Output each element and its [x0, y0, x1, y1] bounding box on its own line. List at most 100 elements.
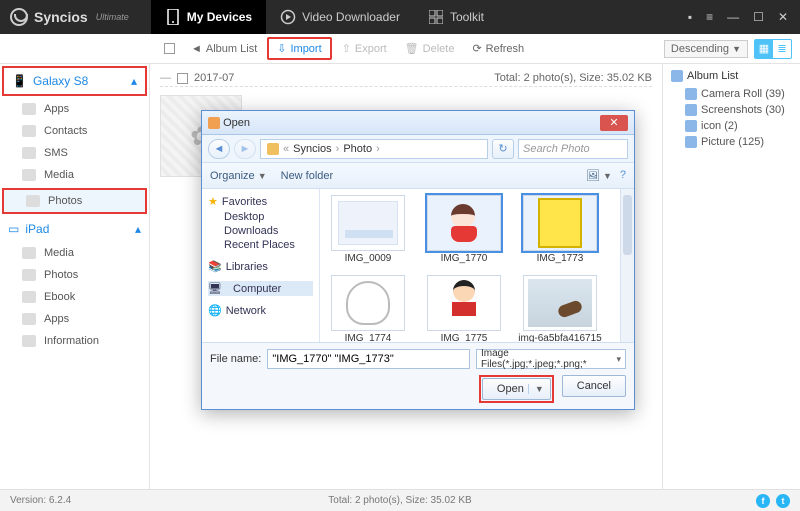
tab-my-devices[interactable]: My Devices: [151, 0, 266, 34]
facebook-icon[interactable]: f: [756, 494, 770, 508]
device-galaxy-s8[interactable]: 📱 Galaxy S8 ▴: [2, 66, 147, 96]
open-label: Open: [497, 383, 524, 395]
file-item[interactable]: IMG_0009: [326, 195, 410, 265]
nav-back-button[interactable]: ◄: [208, 139, 230, 159]
file-thumbnail: [331, 275, 405, 331]
crumb-1[interactable]: Syncios: [293, 143, 332, 155]
sidebar-item-ebook[interactable]: Ebook: [0, 286, 149, 308]
album-picture[interactable]: Picture (125): [671, 134, 792, 150]
sidebar-item-apps-2[interactable]: Apps: [0, 308, 149, 330]
sidebar-item-sms[interactable]: SMS: [0, 142, 149, 164]
sidebar-item-apps[interactable]: Apps: [0, 98, 149, 120]
close-icon[interactable]: ✕: [778, 10, 788, 24]
file-item[interactable]: IMG_1775: [422, 275, 506, 343]
file-item[interactable]: IMG_1774: [326, 275, 410, 343]
computer-icon: 🖥: [208, 282, 222, 295]
export-label: Export: [355, 43, 387, 55]
vertical-scrollbar[interactable]: [620, 189, 634, 342]
split-chevron-icon[interactable]: ▼: [528, 384, 544, 394]
sidebar-item-photos[interactable]: Photos: [2, 188, 147, 214]
tablet-icon: ▭: [8, 222, 19, 236]
group-summary: Total: 2 photo(s), Size: 35.02 KB: [494, 72, 652, 84]
dialog-close-button[interactable]: ✕: [600, 115, 628, 131]
delete-button[interactable]: 🗑Delete: [397, 39, 463, 58]
file-filter-dropdown[interactable]: Image Files(*.jpg;*.jpeg;*.png;*▾: [476, 349, 626, 369]
group-checkbox[interactable]: [177, 73, 188, 84]
filename-input[interactable]: [267, 349, 470, 369]
album-list-button[interactable]: ◄Album List: [183, 40, 265, 58]
nav-desktop[interactable]: Desktop: [208, 210, 313, 224]
file-item[interactable]: IMG_1773: [518, 195, 602, 265]
view-grid-button[interactable]: ▦: [755, 40, 773, 58]
sms-icon: [22, 147, 36, 159]
organize-menu[interactable]: Organize ▼: [210, 170, 267, 182]
sidebar-item-contacts[interactable]: Contacts: [0, 120, 149, 142]
title-bar: Syncios Ultimate My Devices Video Downlo…: [0, 0, 800, 34]
play-circle-icon: [280, 9, 296, 25]
export-button[interactable]: ⇧Export: [334, 39, 395, 58]
maximize-icon[interactable]: ☐: [753, 10, 764, 24]
import-button[interactable]: ⇩Import: [267, 37, 331, 60]
version-label: Version: 6.2.4: [10, 495, 71, 506]
file-name: IMG_1770: [441, 253, 488, 265]
favorites-group[interactable]: ★Favorites: [208, 195, 313, 208]
album-icon[interactable]: icon (2): [671, 118, 792, 134]
app-edition: Ultimate: [96, 12, 129, 22]
import-label: Import: [290, 43, 321, 55]
album-panel: Album List Camera Roll (39) Screenshots …: [662, 64, 800, 489]
chevron-down-icon: ▼: [258, 171, 267, 181]
nav-recent-places[interactable]: Recent Places: [208, 238, 313, 252]
device-ipad[interactable]: ▭ iPad ▴: [0, 216, 149, 242]
network-group[interactable]: 🌐Network: [208, 304, 313, 317]
album-screenshots[interactable]: Screenshots (30): [671, 102, 792, 118]
list-view-icon: ≣: [777, 42, 786, 55]
nav-downloads[interactable]: Downloads: [208, 224, 313, 238]
twitter-icon[interactable]: t: [776, 494, 790, 508]
collapse-arrow-icon[interactable]: —: [160, 72, 171, 84]
libraries-group[interactable]: 📚Libraries: [208, 260, 313, 273]
dialog-titlebar[interactable]: Open ✕: [202, 111, 634, 135]
chevron-down-icon: ▾: [616, 354, 621, 365]
file-grid: IMG_0009 IMG_1770 IMG_1773 IMG_1774IMG_1775…: [320, 189, 620, 342]
help-button[interactable]: ?: [620, 169, 626, 182]
sort-dropdown[interactable]: Descending ▼: [664, 40, 748, 58]
apps-icon: [22, 313, 36, 325]
computer-group[interactable]: 🖥 Computer: [208, 281, 313, 296]
cancel-button[interactable]: Cancel: [562, 375, 626, 397]
menu-icon[interactable]: ≡: [706, 10, 713, 24]
node-label: SMS: [44, 147, 68, 159]
sort-controls: Descending ▼ ▦ ≣: [664, 39, 792, 59]
cancel-label: Cancel: [577, 380, 611, 392]
node-label: Apps: [44, 313, 69, 325]
info-icon: [22, 335, 36, 347]
folder-icon: [671, 70, 683, 82]
open-button[interactable]: Open ▼: [482, 378, 551, 400]
app-name: Syncios: [34, 9, 88, 25]
sidebar-item-information[interactable]: Information: [0, 330, 149, 352]
nav-forward-button[interactable]: ►: [234, 139, 256, 159]
scroll-thumb[interactable]: [623, 195, 632, 255]
tab-toolkit[interactable]: Toolkit: [414, 0, 498, 34]
select-all-checkbox[interactable]: [164, 43, 175, 54]
view-list-button[interactable]: ≣: [773, 40, 791, 58]
refresh-button[interactable]: ⟳Refresh: [464, 39, 532, 58]
search-input[interactable]: Search Photo: [518, 139, 628, 159]
file-item[interactable]: IMG_1770: [422, 195, 506, 265]
refresh-nav-button[interactable]: ↻: [492, 139, 514, 159]
sidebar-item-media-2[interactable]: Media: [0, 242, 149, 264]
content-toolbar: ◄Album List ⇩Import ⇧Export 🗑Delete ⟳Ref…: [0, 34, 800, 64]
notification-icon[interactable]: ▪: [688, 10, 692, 24]
sidebar-item-media[interactable]: Media: [0, 164, 149, 186]
file-item[interactable]: img-6a5bfa4167158077b1a6b9f7d327f26f(1): [518, 275, 602, 343]
new-folder-button[interactable]: New folder: [281, 170, 334, 182]
crumb-2[interactable]: Photo: [343, 143, 372, 155]
sidebar-item-photos-2[interactable]: Photos: [0, 264, 149, 286]
album-camera-roll[interactable]: Camera Roll (39): [671, 86, 792, 102]
phone-icon: 📱: [12, 74, 27, 88]
file-thumbnail: [523, 275, 597, 331]
minimize-icon[interactable]: —: [727, 10, 739, 24]
view-mode-button[interactable]: 🖼 ▼: [586, 169, 612, 182]
group-label: Computer: [233, 283, 281, 295]
tab-video-downloader[interactable]: Video Downloader: [266, 0, 414, 34]
breadcrumb[interactable]: « Syncios› Photo›: [260, 139, 488, 159]
